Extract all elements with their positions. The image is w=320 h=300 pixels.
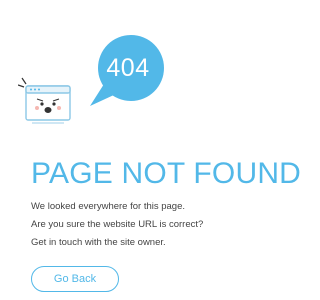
not-found-page: 404 PAGE NOT FOUND We looked everywhere …: [0, 0, 302, 300]
sad-browser-window-icon: [18, 77, 71, 124]
error-code-404: 404: [106, 54, 150, 82]
message-line-2: Are you sure the website URL is correct?: [31, 219, 204, 230]
message-line-3: Get in touch with the site owner.: [31, 237, 166, 248]
go-back-button[interactable]: Go Back: [31, 266, 119, 292]
message-line-1: We looked everywhere for this page.: [31, 201, 186, 212]
page-title: PAGE NOT FOUND: [31, 157, 302, 190]
error-illustration: 404: [18, 32, 164, 124]
